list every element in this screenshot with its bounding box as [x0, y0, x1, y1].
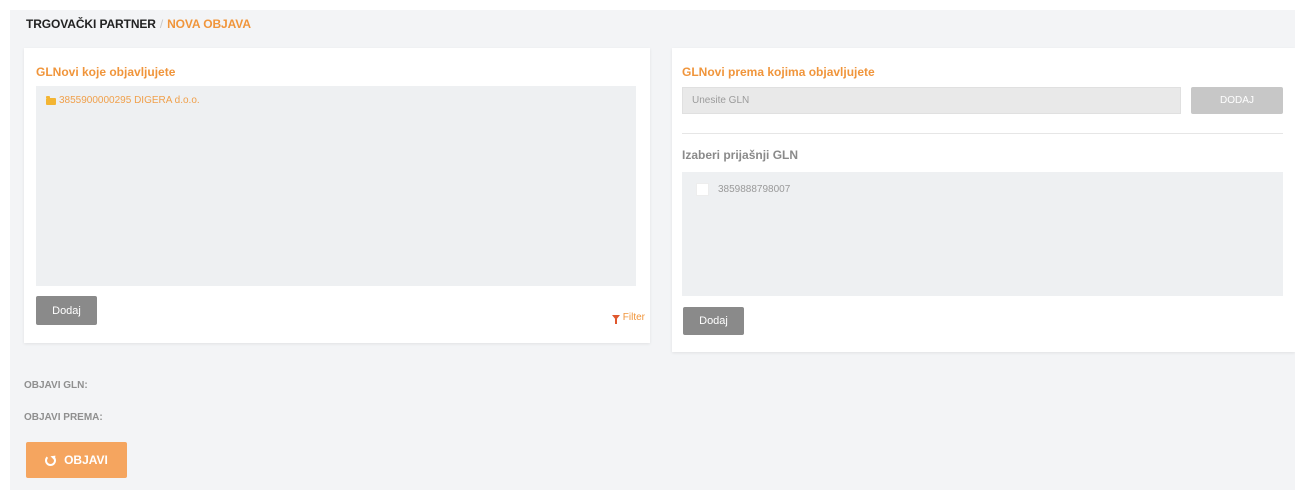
objavi-prema-label: OBJAVI PREMA:: [24, 412, 103, 423]
gln-checkbox[interactable]: [696, 183, 709, 196]
add-gln-button[interactable]: DODAJ: [1191, 87, 1283, 114]
publish-button[interactable]: OBJAVI: [26, 442, 127, 478]
filter-link[interactable]: Filter: [611, 312, 645, 324]
page-background: TRGOVAČKI PARTNER / NOVA OBJAVA GLNovi koj…: [10, 10, 1295, 490]
breadcrumb-separator: /: [159, 17, 164, 31]
panel-title: GLNovi koje objavljujete: [36, 65, 176, 79]
breadcrumb-root[interactable]: TRGOVAČKI PARTNER: [26, 17, 156, 31]
add-button[interactable]: Dodaj: [683, 307, 744, 335]
objavi-gln-label: OBJAVI GLN:: [24, 380, 88, 391]
tree-item[interactable]: 3855900000295 DIGERA d.o.o.: [46, 95, 200, 106]
divider: [682, 133, 1283, 134]
filter-label: Filter: [622, 312, 645, 323]
folder-icon: [46, 95, 56, 105]
list-item[interactable]: 3859888798007: [696, 183, 790, 196]
refresh-icon: [45, 454, 57, 466]
gln-label: 3859888798007: [718, 184, 791, 195]
breadcrumb: TRGOVAČKI PARTNER / NOVA OBJAVA: [26, 17, 251, 31]
filter-icon: [611, 315, 620, 324]
add-button[interactable]: Dodaj: [36, 296, 97, 325]
previous-gln-list: 3859888798007: [682, 172, 1283, 296]
previous-gln-title: Izaberi prijašnji GLN: [682, 148, 799, 162]
breadcrumb-current: NOVA OBJAVA: [167, 17, 251, 31]
publishing-gln-panel: GLNovi koje objavljujete 3855900000295 D…: [24, 48, 650, 343]
publish-button-label: OBJAVI: [64, 453, 108, 467]
target-gln-panel: GLNovi prema kojima objavljujete DODAJ I…: [672, 48, 1295, 352]
gln-input[interactable]: [682, 87, 1181, 114]
tree-item-label: 3855900000295 DIGERA d.o.o.: [59, 95, 200, 106]
panel-title: GLNovi prema kojima objavljujete: [682, 65, 875, 79]
gln-tree-list: 3855900000295 DIGERA d.o.o.: [36, 86, 636, 286]
